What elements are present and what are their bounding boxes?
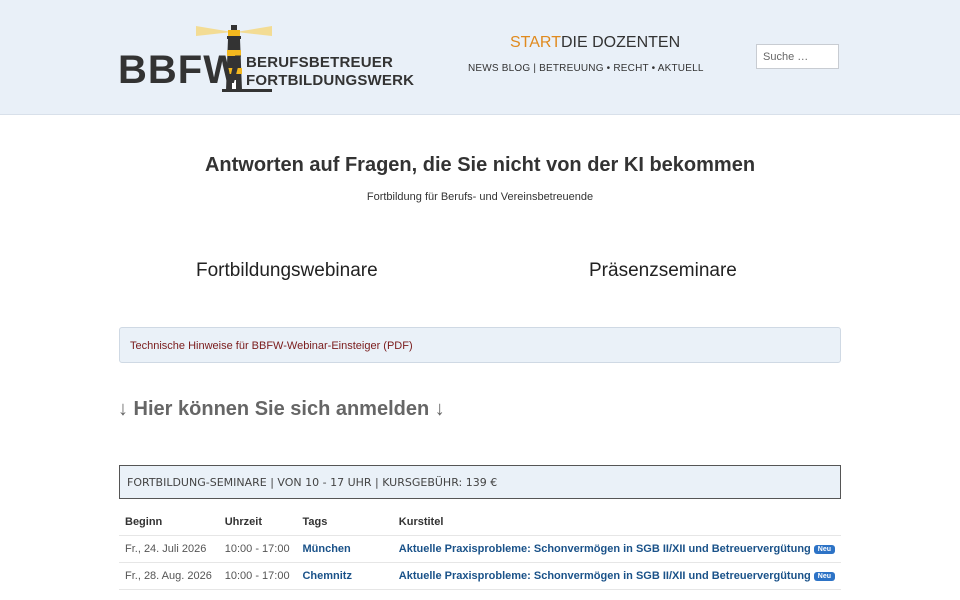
logo-line-2: FORTBILDUNGSWERK [246,72,415,89]
cell-kurstitel: Aktuelle Praxisprobleme: Schonvermögen i… [392,535,841,563]
register-heading: ↓ Hier können Sie sich anmelden ↓ [118,398,445,420]
cell-beginn: Fr., 28. Aug. 2026 [119,562,219,590]
page-headline: Antworten auf Fragen, die Sie nicht von … [204,154,756,176]
search-input[interactable] [756,44,839,69]
page-subline: Fortbildung für Berufs- und Vereinsbetre… [366,191,594,203]
nav-dozenten[interactable]: DIE DOZENTEN [561,34,680,52]
new-badge: Neu [813,544,835,554]
col-beginn: Beginn [119,508,219,536]
col-uhrzeit: Uhrzeit [218,508,297,536]
site-logo[interactable]: BBFW BERUFSBETREUER FORTBILDUNGSWERK [118,22,414,94]
table-row[interactable]: Fr., 24. Juli 2026 10:00 - 17:00 München… [119,535,841,563]
logo-mark: BBFW [118,48,242,92]
seminar-info-box: FORTBILDUNG-SEMINARE | VON 10 - 17 UHR |… [119,465,841,499]
technical-notes-link[interactable]: Technische Hinweise für BBFW-Webinar-Ein… [130,340,413,352]
new-badge: Neu [813,571,835,581]
course-link[interactable]: Aktuelle Praxisprobleme: Schonvermögen i… [399,570,811,582]
seminar-info-text: FORTBILDUNG-SEMINARE | VON 10 - 17 UHR |… [127,476,498,489]
nav-news-blog[interactable]: NEWS BLOG | BETREUUNG • RECHT • AKTUELL [468,63,704,74]
site-header: BBFW BERUFSBETREUER FORTBILDUNGSWERK STA… [0,0,960,115]
logo-line-1: BERUFSBETREUER [246,54,393,71]
col-tags: Tags [296,508,393,536]
cell-tags[interactable]: Chemnitz [296,562,393,590]
col-kurstitel: Kurstitel [392,508,841,536]
table-header-row: Beginn Uhrzeit Tags Kurstitel [119,508,841,536]
praesenzseminare-title[interactable]: Präsenzseminare [589,260,737,282]
notice-box: Technische Hinweise für BBFW-Webinar-Ein… [119,327,841,363]
cell-uhrzeit: 10:00 - 17:00 [218,535,297,563]
nav-start[interactable]: START [510,34,561,52]
webinare-title[interactable]: Fortbildungswebinare [196,260,378,282]
logo-underline [222,89,272,92]
table-row[interactable]: Fr., 28. Aug. 2026 10:00 - 17:00 Chemnit… [119,562,841,590]
cell-kurstitel: Aktuelle Praxisprobleme: Schonvermögen i… [392,562,841,590]
course-link[interactable]: Aktuelle Praxisprobleme: Schonvermögen i… [399,543,811,555]
cell-tags[interactable]: München [296,535,393,563]
cell-uhrzeit: 10:00 - 17:00 [218,562,297,590]
cell-beginn: Fr., 24. Juli 2026 [119,535,219,563]
seminar-table: Beginn Uhrzeit Tags Kurstitel Fr., 24. J… [119,508,841,590]
